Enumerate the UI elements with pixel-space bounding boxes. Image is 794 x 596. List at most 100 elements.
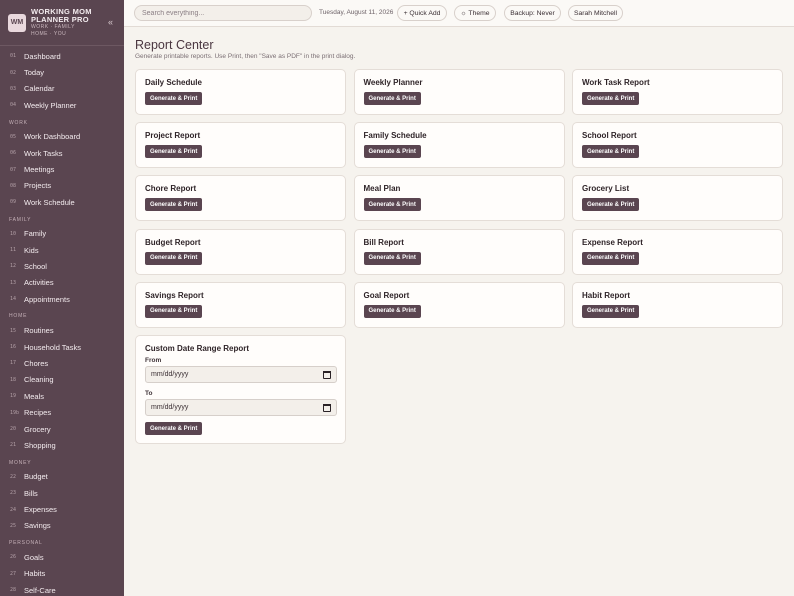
sidebar-item-label: Goals [24, 552, 44, 562]
report-card-title: Project Report [145, 131, 201, 141]
sidebar-item-number: 23 [10, 490, 17, 497]
report-center: Report Center Generate printable reports… [124, 27, 794, 596]
sidebar-item-label: Activities [24, 278, 54, 288]
sidebar-item-habits[interactable]: 27 Habits [0, 566, 124, 582]
sidebar-item-appointments[interactable]: 14 Appointments [0, 291, 124, 307]
sidebar-item-today[interactable]: 02 Today [0, 64, 124, 80]
generate-print-button[interactable]: Generate & Print [145, 145, 203, 159]
quick-add-button[interactable]: + Quick Add [397, 5, 447, 21]
user-menu-button[interactable]: Sarah Mitchell [568, 5, 623, 21]
report-card-title: Daily Schedule [145, 78, 202, 87]
sidebar-item-number: 12 [10, 263, 17, 270]
backup-button[interactable]: Backup: Never [504, 5, 561, 21]
sidebar-item-budget[interactable]: 22 Budget [0, 469, 124, 485]
sidebar-item-goals[interactable]: 26 Goals [0, 549, 124, 565]
sidebar-item-label: Budget [24, 472, 48, 482]
report-card-grocery-list: Grocery List Generate & Print [572, 175, 783, 222]
sidebar-item-school[interactable]: 12 School [0, 258, 124, 274]
sidebar-item-projects[interactable]: 08 Projects [0, 178, 124, 194]
report-card-title: Family Schedule [363, 131, 427, 141]
generate-print-button[interactable]: Generate & Print [582, 145, 640, 159]
calendar-icon[interactable] [323, 371, 331, 379]
sidebar-item-work-tasks[interactable]: 06 Work Tasks [0, 145, 124, 161]
sidebar-item-number: 28 [10, 587, 17, 594]
generate-print-button[interactable]: Generate & Print [145, 304, 203, 318]
brand-title-line2: PLANNER PRO [31, 15, 89, 24]
report-card-title: Goal Report [363, 290, 410, 300]
sidebar-item-work-schedule[interactable]: 09 Work Schedule [0, 194, 124, 210]
generate-print-button[interactable]: Generate & Print [145, 198, 203, 212]
sidebar-item-label: Work Dashboard [24, 132, 81, 142]
sidebar-item-routines[interactable]: 15 Routines [0, 322, 124, 338]
generate-print-button[interactable]: Generate & Print [363, 251, 421, 265]
generate-print-button[interactable]: Generate & Print [582, 198, 640, 212]
to-date-input[interactable]: mm/dd/yyyy [145, 399, 337, 416]
sidebar-item-dashboard[interactable]: 01 Dashboard [0, 48, 124, 64]
from-date-input[interactable]: mm/dd/yyyy [145, 366, 337, 383]
page-title: Report Center [135, 38, 214, 52]
search-input[interactable] [134, 5, 312, 21]
sidebar-item-number: 26 [10, 554, 17, 561]
calendar-icon[interactable] [323, 404, 331, 412]
sidebar-item-cleaning[interactable]: 18 Cleaning [0, 372, 124, 388]
generate-print-button[interactable]: Generate & Print [363, 304, 421, 318]
generate-print-button[interactable]: Generate & Print [582, 304, 640, 318]
sidebar-item-number: 02 [10, 69, 17, 76]
report-card-title: Work Task Report [582, 78, 650, 87]
generate-print-button[interactable]: Generate & Print [363, 92, 421, 105]
sidebar-item-shopping[interactable]: 21 Shopping [0, 437, 124, 453]
sidebar-item-number: 01 [10, 53, 17, 60]
theme-button[interactable]: ☼ Theme [454, 5, 496, 21]
sidebar-item-household-tasks[interactable]: 16 Household Tasks [0, 339, 124, 355]
generate-print-button[interactable]: Generate & Print [363, 145, 421, 159]
generate-custom-report-button[interactable]: Generate & Print [145, 422, 203, 435]
sidebar-item-number: 21 [10, 442, 17, 449]
report-card-work-task-report: Work Task Report Generate & Print [572, 69, 783, 115]
report-card-title: Budget Report [145, 237, 201, 247]
sidebar-item-label: Household Tasks [24, 342, 81, 352]
sidebar-item-expenses[interactable]: 24 Expenses [0, 501, 124, 517]
nav-section-personal: PERSONAL [9, 540, 43, 547]
sidebar-item-bills[interactable]: 23 Bills [0, 485, 124, 501]
sidebar-item-grocery[interactable]: 20 Grocery [0, 421, 124, 437]
generate-print-button[interactable]: Generate & Print [582, 92, 640, 105]
to-label: To [145, 390, 153, 397]
sidebar-item-recipes[interactable]: 19b Recipes [0, 404, 124, 420]
sidebar-item-number: 18 [10, 376, 17, 383]
report-card-title: Meal Plan [363, 184, 401, 194]
report-card-expense-report: Expense Report Generate & Print [572, 228, 783, 275]
generate-print-button[interactable]: Generate & Print [582, 251, 640, 265]
sidebar-item-activities[interactable]: 13 Activities [0, 275, 124, 291]
report-card-project-report: Project Report Generate & Print [135, 122, 346, 169]
sidebar-item-meetings[interactable]: 07 Meetings [0, 161, 124, 177]
sidebar: WM WORKING MOM PLANNER PRO WORK · FAMILY… [0, 0, 124, 596]
sidebar-item-number: 24 [10, 506, 17, 513]
sidebar-item-chores[interactable]: 17 Chores [0, 355, 124, 371]
sidebar-item-label: Meals [24, 391, 45, 401]
brand-subtitle-line1: WORK · FAMILY [31, 24, 75, 30]
from-date-value: mm/dd/yyyy [151, 371, 189, 378]
sidebar-item-family[interactable]: 10 Family [0, 226, 124, 242]
sidebar-item-self-care[interactable]: 28 Self-Care [0, 582, 124, 596]
sidebar-item-weekly-planner[interactable]: 04 Weekly Planner [0, 97, 124, 113]
sidebar-item-meals[interactable]: 19 Meals [0, 388, 124, 404]
generate-print-button[interactable]: Generate & Print [145, 92, 203, 105]
report-card-meal-plan: Meal Plan Generate & Print [353, 175, 565, 222]
generate-print-button[interactable]: Generate & Print [145, 251, 203, 265]
sidebar-item-number: 13 [10, 279, 17, 286]
sidebar-item-calendar[interactable]: 03 Calendar [0, 81, 124, 97]
collapse-sidebar-icon[interactable]: « [108, 17, 113, 27]
nav-section-money: MONEY [9, 459, 32, 466]
app-logo: WM [8, 13, 26, 32]
report-card-title: Bill Report [363, 237, 404, 247]
sidebar-item-number: 07 [10, 166, 17, 173]
sidebar-item-number: 14 [10, 296, 17, 303]
sidebar-item-work-dashboard[interactable]: 05 Work Dashboard [0, 129, 124, 145]
sidebar-item-savings[interactable]: 25 Savings [0, 518, 124, 534]
sidebar-item-number: 25 [10, 522, 17, 529]
sidebar-item-label: Savings [24, 521, 51, 531]
sidebar-item-kids[interactable]: 11 Kids [0, 242, 124, 258]
generate-print-button[interactable]: Generate & Print [363, 198, 421, 212]
report-card-title: Chore Report [145, 184, 197, 194]
page-subtitle: Generate printable reports. Use Print, t… [135, 53, 356, 60]
